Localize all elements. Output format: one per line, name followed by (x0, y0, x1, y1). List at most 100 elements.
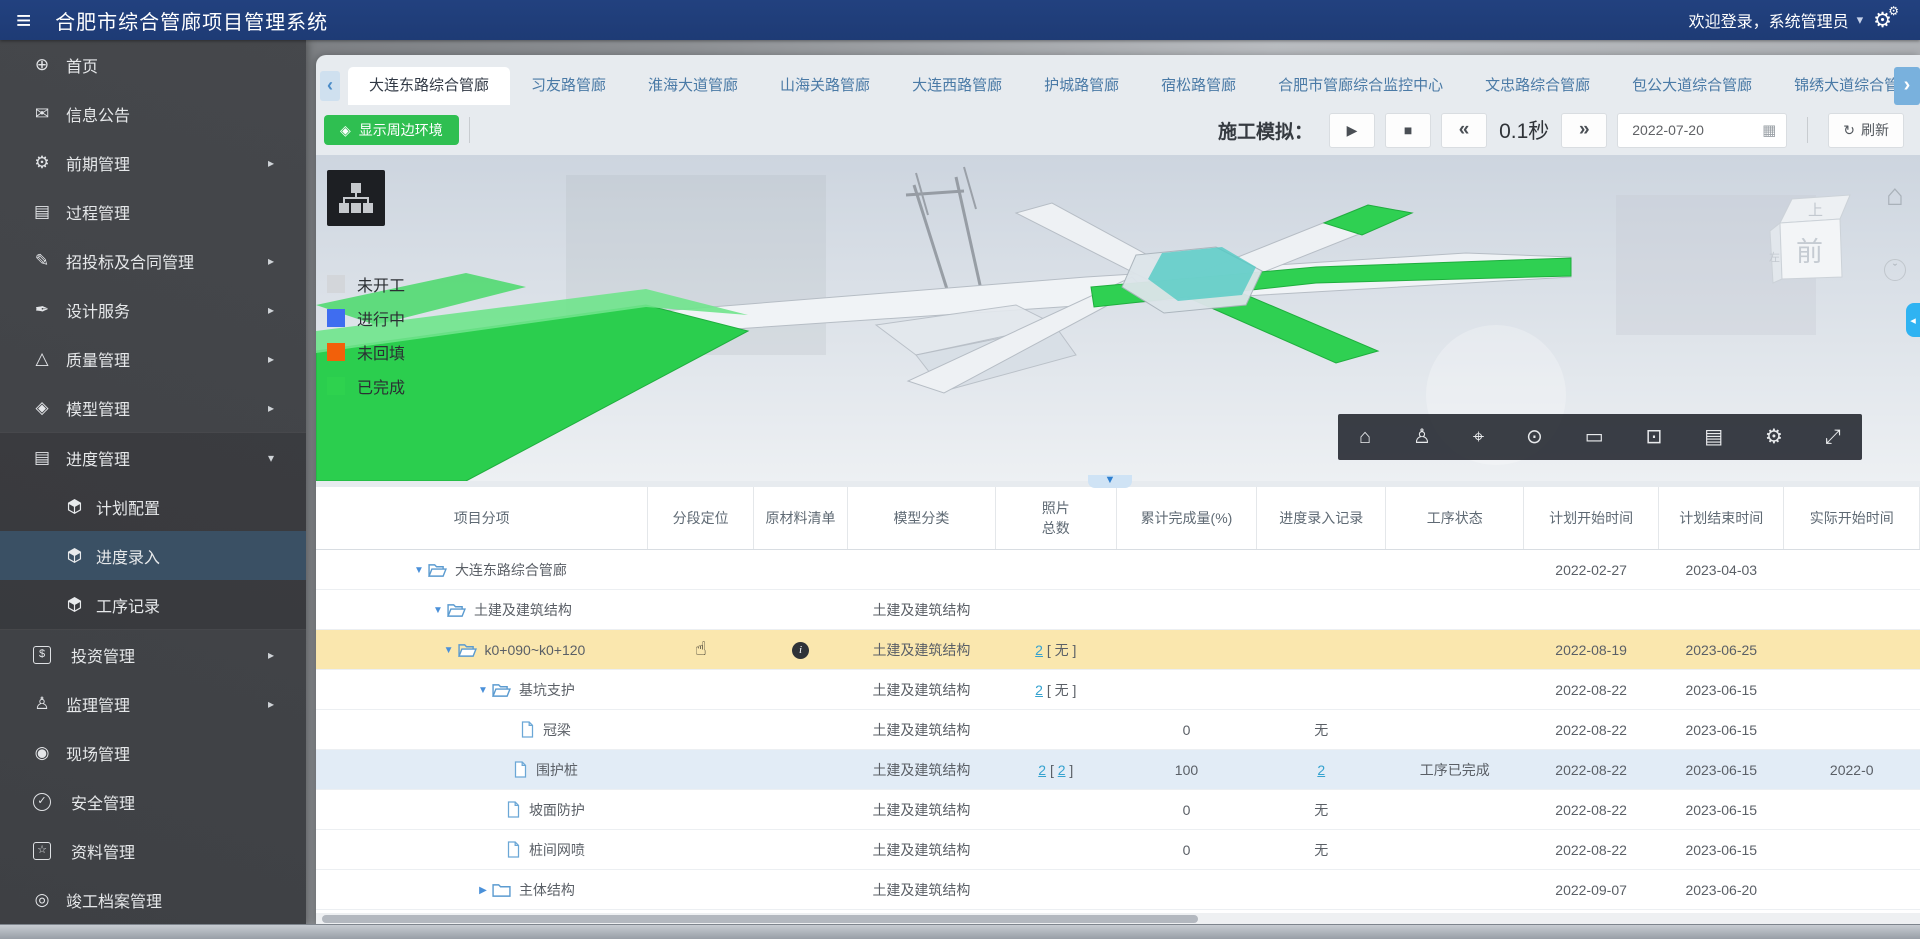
show-environment-button[interactable]: ◈ 显示周边环境 (324, 115, 459, 145)
plan-start-cell: 2022-02-27 (1524, 550, 1659, 590)
progress-record-link[interactable]: 2 (1317, 762, 1325, 778)
home-icon[interactable]: ⌂ (1359, 427, 1371, 447)
fullscreen-icon[interactable]: ⤢ (1825, 427, 1841, 447)
sidebar-item[interactable]: ⚙前期管理▸ (0, 138, 306, 187)
model-class-cell: 土建及建筑结构 (848, 790, 996, 830)
photo-count-link[interactable]: 2 (1038, 762, 1046, 778)
sidebar-item[interactable]: ▤过程管理 (0, 187, 306, 236)
row-name: 主体结构 (519, 882, 575, 898)
model-class-cell (848, 550, 996, 590)
sidebar-item-label: 质量管理 (66, 347, 130, 371)
table-row[interactable]: ▼基坑支护土建及建筑结构2 [ 无 ]2022-08-222023-06-15 (316, 670, 1920, 710)
tab[interactable]: 大连西路管廊 (891, 67, 1023, 105)
photo-count-link[interactable]: 2 (1058, 762, 1066, 778)
row-name: k0+090~k0+120 (485, 642, 586, 658)
process-status-cell (1386, 590, 1524, 630)
tab[interactable]: 护城路管廊 (1023, 67, 1140, 105)
cell-text: ] (1066, 762, 1074, 778)
photo-count-cell (995, 590, 1116, 630)
tree-collapse-icon[interactable]: ▼ (429, 605, 447, 616)
table-row[interactable]: 坡面防护土建及建筑结构0无2022-08-222023-06-15 (316, 790, 1920, 830)
tab[interactable]: 合肥市管廊综合监控中心 (1257, 67, 1464, 105)
table-row[interactable]: ▶主体结构土建及建筑结构2022-09-072023-06-20 (316, 870, 1920, 910)
horizontal-scrollbar[interactable] (322, 915, 1198, 923)
table-row[interactable]: 冠梁土建及建筑结构0无2022-08-222023-06-15 (316, 710, 1920, 750)
stop-button[interactable]: ■ (1385, 113, 1431, 148)
refresh-button[interactable]: ↻ 刷新 (1828, 113, 1904, 148)
panel-collapse-arrow[interactable]: ◂ (1906, 303, 1920, 337)
tree-collapse-icon[interactable]: ▼ (474, 685, 492, 696)
sidebar-subitem[interactable]: 工序记录 (0, 580, 306, 629)
sidebar-item[interactable]: ♙监理管理▸ (0, 679, 306, 728)
legend-label: 已完成 (357, 374, 405, 398)
play-button[interactable]: ▶ (1329, 113, 1375, 148)
simulation-date-input[interactable]: 2022-07-20 ▦ (1617, 113, 1787, 148)
environment-icon: ◈ (340, 122, 351, 139)
sidebar-item[interactable]: ✎招投标及合同管理▸ (0, 236, 306, 285)
photo-count-link[interactable]: 2 (1035, 642, 1043, 658)
structure-tree-button[interactable] (327, 170, 385, 226)
menu-icon[interactable]: ≡ (16, 7, 31, 33)
viewport-home-button[interactable]: ⌂ (1886, 181, 1904, 211)
table-row[interactable]: ▼土建及建筑结构土建及建筑结构 (316, 590, 1920, 630)
tree-collapse-icon[interactable]: ▼ (440, 645, 458, 656)
component-list-icon[interactable]: ▤ (1704, 427, 1723, 447)
sidebar-item[interactable]: ▤进度管理▾ (0, 433, 306, 482)
plan-end-cell (1659, 590, 1784, 630)
table-expand-caret[interactable]: ▼ (1088, 475, 1132, 488)
select-zoom-icon[interactable]: ⊙ (1526, 427, 1543, 447)
speed-up-button[interactable]: » (1561, 113, 1607, 148)
tree-collapse-icon[interactable]: ▼ (410, 565, 428, 576)
sidebar-item[interactable]: $投资管理▸ (0, 630, 306, 679)
tabs-scroll-right-button[interactable]: › (1894, 67, 1920, 105)
mouse-cursor: ☝ (695, 639, 707, 660)
cube-left-label: 左 (1769, 251, 1780, 264)
tabs-scroll-left-button[interactable]: ‹ (320, 71, 340, 101)
photo-count-link[interactable]: 2 (1035, 682, 1043, 698)
section-box-icon[interactable]: ⊡ (1646, 427, 1663, 447)
settings-icon[interactable]: ⚙ (1765, 427, 1783, 447)
sidebar-item[interactable]: ✓安全管理 (0, 777, 306, 826)
cell-text: 无 (1314, 842, 1328, 858)
tab[interactable]: 山海关路管廊 (759, 67, 891, 105)
sidebar-item[interactable]: ☆资料管理 (0, 826, 306, 875)
table-row[interactable]: ▼大连东路综合管廊2022-02-272023-04-03 (316, 550, 1920, 590)
sidebar-item[interactable]: ◈模型管理▸ (0, 383, 306, 432)
row-name: 基坑支护 (519, 682, 575, 698)
legend-swatch (327, 343, 345, 361)
table-row[interactable]: 围护桩土建及建筑结构2 [ 2 ]1002工序已完成2022-08-222023… (316, 750, 1920, 790)
sidebar-item[interactable]: ✒设计服务▸ (0, 285, 306, 334)
first-person-icon[interactable]: ♙ (1413, 427, 1431, 447)
sidebar-item[interactable]: ◉现场管理 (0, 728, 306, 777)
plan-start-cell: 2022-08-22 (1524, 790, 1659, 830)
sidebar-subitem[interactable]: 计划配置 (0, 482, 306, 531)
tab[interactable]: 淮海大道管廊 (627, 67, 759, 105)
tab[interactable]: 习友路管廊 (510, 67, 627, 105)
speed-down-button[interactable]: « (1441, 113, 1487, 148)
waypoint-icon[interactable]: ⌖ (1473, 427, 1484, 447)
settings-gears-icon[interactable]: ⚙⚙ (1873, 8, 1892, 33)
sidebar-subitem[interactable]: 进度录入 (0, 531, 306, 580)
tab[interactable]: 文忠路综合管廊 (1464, 67, 1611, 105)
chevron-right-icon: ▸ (268, 401, 274, 415)
table-row[interactable]: 桩间网喷土建及建筑结构0无2022-08-222023-06-15 (316, 830, 1920, 870)
sidebar-item[interactable]: ◎竣工档案管理 (0, 875, 306, 924)
sidebar-item[interactable]: ⊕首页 (0, 40, 306, 89)
tab[interactable]: 宿松路管廊 (1140, 67, 1257, 105)
tab[interactable]: 大连东路综合管廊 (348, 67, 510, 105)
archive-icon: ☆ (33, 842, 51, 860)
measure-icon[interactable]: ▭ (1585, 427, 1604, 447)
bim-model-viewport[interactable]: 未开工进行中未回填已完成 上 左 前 ⌂ ˇ ◂ ⌂♙⌖⊙▭⊡▤⚙⤢ (316, 155, 1920, 481)
info-icon[interactable]: i (792, 642, 809, 659)
cumulative-percent-cell: 0 (1116, 830, 1256, 870)
sidebar-item[interactable]: △质量管理▸ (0, 334, 306, 383)
tab[interactable]: 锦绣大道综合管廊 (1773, 67, 1894, 105)
view-cube[interactable]: 上 左 前 (1760, 187, 1860, 292)
viewport-collapse-chevron[interactable]: ˇ (1884, 259, 1906, 281)
table-row[interactable]: ▼k0+090~k0+120☝i土建及建筑结构2 [ 无 ]2022-08-19… (316, 630, 1920, 670)
sidebar-item[interactable]: ✉信息公告 (0, 89, 306, 138)
page-bottom-scrollbar[interactable] (0, 924, 1920, 939)
welcome-user-text[interactable]: 欢迎登录，系统管理员 (1689, 8, 1849, 32)
tab[interactable]: 包公大道综合管廊 (1611, 67, 1773, 105)
tree-expand-icon[interactable]: ▶ (474, 885, 492, 896)
